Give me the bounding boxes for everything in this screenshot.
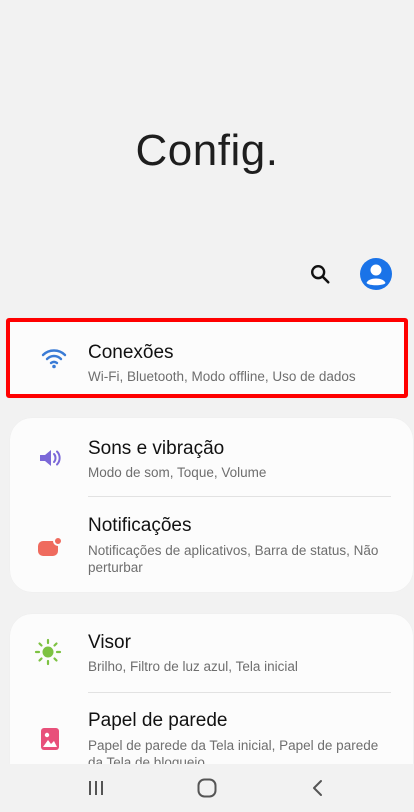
settings-item-subtitle: Wi-Fi, Bluetooth, Modo offline, Uso de d… — [88, 369, 356, 384]
settings-item-sounds[interactable]: Sons e vibração Modo de som, Toque, Volu… — [10, 418, 413, 496]
settings-item-title: Papel de parede — [88, 710, 228, 731]
settings-item-display[interactable]: Visor Brilho, Filtro de luz azul, Tela i… — [10, 614, 413, 692]
account-circle-icon — [360, 258, 392, 290]
settings-item-subtitle: Notificações de aplicativos, Barra de st… — [88, 543, 379, 575]
settings-item-wallpaper[interactable]: Papel de parede Papel de parede da Tela … — [10, 693, 413, 764]
recent-apps-button[interactable] — [66, 768, 126, 808]
search-icon — [311, 265, 330, 284]
display-wallpaper-card: Visor Brilho, Filtro de luz azul, Tela i… — [10, 614, 413, 764]
settings-item-subtitle: Papel de parede da Tela inicial, Papel d… — [88, 738, 379, 764]
top-actions — [302, 256, 394, 292]
settings-item-subtitle: Brilho, Filtro de luz azul, Tela inicial — [88, 659, 298, 674]
home-icon — [197, 778, 217, 798]
wifi-icon — [40, 344, 68, 372]
navigation-bar — [0, 764, 414, 812]
connections-card: Conexões Wi-Fi, Bluetooth, Modo offline,… — [6, 318, 408, 398]
settings-item-title: Conexões — [88, 342, 174, 363]
wallpaper-icon — [36, 725, 64, 753]
home-button[interactable] — [177, 768, 237, 808]
notification-icon — [36, 533, 64, 561]
back-button[interactable] — [288, 768, 348, 808]
page-title: Config. — [135, 126, 279, 175]
settings-item-title: Notificações — [88, 515, 192, 536]
recent-apps-icon — [88, 781, 103, 795]
back-icon — [313, 780, 323, 796]
settings-item-subtitle: Modo de som, Toque, Volume — [88, 465, 267, 480]
settings-screen: Config. Conexões Wi-Fi, Bluetooth, Modo … — [0, 0, 414, 812]
sound-notifications-card: Sons e vibração Modo de som, Toque, Volu… — [10, 418, 413, 592]
settings-item-connections[interactable]: Conexões Wi-Fi, Bluetooth, Modo offline,… — [10, 322, 404, 394]
title-area: Config. — [0, 0, 414, 250]
volume-icon — [36, 444, 64, 472]
settings-item-notifications[interactable]: Notificações Notificações de aplicativos… — [10, 497, 413, 592]
settings-item-title: Sons e vibração — [88, 438, 225, 459]
profile-button[interactable] — [358, 256, 394, 292]
search-button[interactable] — [302, 256, 338, 292]
settings-item-title: Visor — [88, 632, 131, 653]
brightness-icon — [34, 638, 62, 666]
